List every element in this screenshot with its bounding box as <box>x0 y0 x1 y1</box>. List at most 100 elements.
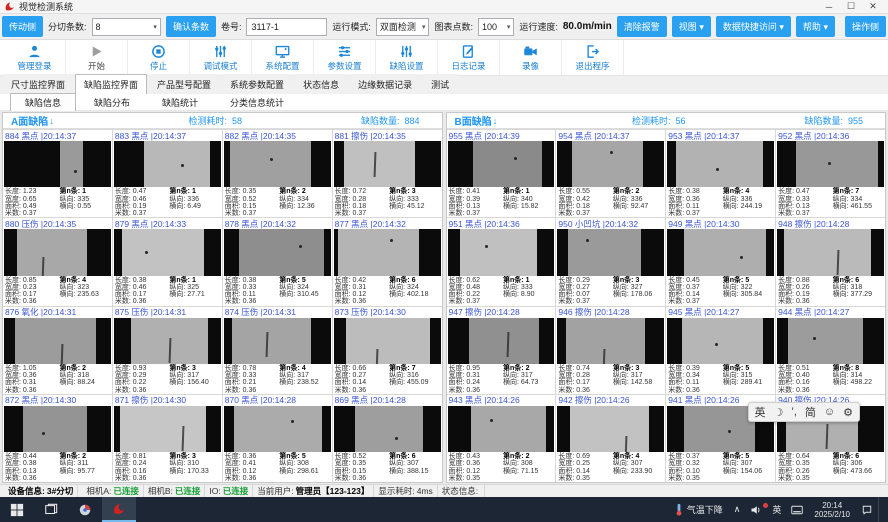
volume-icon[interactable] <box>745 497 767 522</box>
person-icon <box>27 44 42 59</box>
defect-cell-944[interactable]: 944 黑点 |20:14:27长度: 0.51宽度: 0.40面积: 0.16… <box>776 307 885 394</box>
defect-cell-951[interactable]: 951 黑点 |20:14:36长度: 0.62宽度: 0.48面积: 0.22… <box>447 218 556 305</box>
chart-points-select[interactable]: 100▾ <box>478 18 514 36</box>
defect-cell-875[interactable]: 875 压伤 |20:14:31长度: 0.93宽度: 0.29面积: 0.22… <box>113 307 222 394</box>
monitor-icon <box>275 44 290 59</box>
defect-cell-882[interactable]: 882 黑点 |20:14:35长度: 0.35宽度: 0.52面积: 0.15… <box>223 130 332 217</box>
ime-punctuation-icon[interactable]: ’, <box>791 406 797 418</box>
defect-cell-952[interactable]: 952 黑点 |20:14:36长度: 0.47宽度: 0.33面积: 0.13… <box>776 130 885 217</box>
defect-cell-header: 883 黑点 |20:14:37 <box>113 130 222 141</box>
language-indicator[interactable]: 英 <box>767 497 786 522</box>
defect-cell-948[interactable]: 948 擦伤 |20:14:28长度: 0.88宽度: 0.26面积: 0.19… <box>776 218 885 305</box>
main-tab-1[interactable]: 缺陷监控界面 <box>75 74 147 94</box>
defect-cell-874[interactable]: 874 压伤 |20:14:31长度: 0.78宽度: 0.33面积: 0.21… <box>223 307 332 394</box>
defect-mark <box>390 239 393 242</box>
action-monitor-button[interactable]: 系统配置 <box>252 40 314 75</box>
ime-toolbar[interactable]: 英 ☽ ’, 简 ☺ ⚙ <box>748 402 860 422</box>
action-log-button[interactable]: 日志记录 <box>438 40 500 75</box>
sub-tab-2[interactable]: 缺陷统计 <box>148 94 212 111</box>
action-sliders-v-button[interactable]: 缺陷设置 <box>376 40 438 75</box>
defect-mark <box>266 332 269 357</box>
sub-tab-0[interactable]: 缺陷信息 <box>10 93 76 112</box>
ime-simplified-chinese-icon[interactable]: 简 <box>805 404 816 420</box>
longitudinal-value: 纵向: 324 <box>389 284 439 291</box>
sub-tab-3[interactable]: 分类信息统计 <box>216 94 298 111</box>
defect-cell-877[interactable]: 877 黑点 |20:14:32长度: 0.42宽度: 0.31面积: 0.12… <box>333 218 442 305</box>
defect-cell-955[interactable]: 955 黑点 |20:14:39长度: 0.41宽度: 0.39面积: 0.13… <box>447 130 556 217</box>
main-tab-0[interactable]: 尺寸监控界面 <box>2 74 74 94</box>
defect-cell-879[interactable]: 879 黑点 |20:14:33长度: 0.38宽度: 0.46面积: 0.17… <box>113 218 222 305</box>
drive-side-button[interactable]: 传动侧 <box>2 16 43 37</box>
maximize-button[interactable]: ☐ <box>840 1 862 12</box>
view-menu-button[interactable]: 视图 ▾ <box>672 16 711 37</box>
run-mode-select[interactable]: 双面检测▾ <box>376 18 430 36</box>
defect-cell-884[interactable]: 884 黑点 |20:14:37长度: 1.23宽度: 0.65面积: 0.49… <box>3 130 112 217</box>
defect-cell-950[interactable]: 950 小凹坑 |20:14:32长度: 0.29宽度: 0.27面积: 0.0… <box>556 218 665 305</box>
action-toolbar: 管理登录开始停止调试模式系统配置参数设置缺陷设置日志记录录像退出程序 <box>0 40 888 76</box>
defect-image <box>114 406 221 452</box>
defect-cell-946[interactable]: 946 擦伤 |20:14:28长度: 0.74宽度: 0.28面积: 0.17… <box>556 307 665 394</box>
inspection-app-taskbar-button[interactable] <box>102 497 136 522</box>
defect-cell-945[interactable]: 945 黑点 |20:14:27长度: 0.39宽度: 0.34面积: 0.11… <box>666 307 775 394</box>
main-tab-2[interactable]: 产品型号配置 <box>148 74 220 94</box>
defect-cell-943[interactable]: 943 黑点 |20:14:26长度: 0.43宽度: 0.36面积: 0.12… <box>447 395 556 482</box>
task-view-button[interactable] <box>34 497 68 522</box>
action-center-icon[interactable] <box>856 497 878 522</box>
close-button[interactable]: ✕ <box>862 1 884 12</box>
action-camera-button[interactable]: 录像 <box>500 40 562 75</box>
clear-alarm-button[interactable]: 清除报警 <box>617 16 667 37</box>
defect-cell-876[interactable]: 876 氧化 |20:14:31长度: 1.05宽度: 0.36面积: 0.31… <box>3 307 112 394</box>
defect-cell-header: 944 黑点 |20:14:27 <box>776 307 885 318</box>
pinned-app-icon[interactable] <box>68 497 102 522</box>
main-tab-6[interactable]: 测试 <box>422 74 458 94</box>
confirm-count-button[interactable]: 确认条数 <box>166 16 216 37</box>
ime-settings-icon[interactable]: ⚙ <box>843 406 853 419</box>
length-value: 长度: 0.88 <box>778 277 833 284</box>
ime-emoji-icon[interactable]: ☺ <box>824 406 835 418</box>
main-tab-4[interactable]: 状态信息 <box>294 74 348 94</box>
action-sliders-h-button[interactable]: 参数设置 <box>314 40 376 75</box>
action-tune-button[interactable]: 调试模式 <box>190 40 252 75</box>
sub-tab-1[interactable]: 缺陷分布 <box>80 94 144 111</box>
action-exit-button[interactable]: 退出程序 <box>562 40 624 75</box>
defect-cell-872[interactable]: 872 黑点 |20:14:30长度: 0.44宽度: 0.38面积: 0.13… <box>3 395 112 482</box>
operator-side-button[interactable]: 操作侧 <box>845 16 886 37</box>
defect-cell-954[interactable]: 954 黑点 |20:14:37长度: 0.55宽度: 0.42面积: 0.18… <box>556 130 665 217</box>
defect-cell-883[interactable]: 883 黑点 |20:14:37长度: 0.47宽度: 0.46面积: 0.19… <box>113 130 222 217</box>
defect-cell-947[interactable]: 947 擦伤 |20:14:28长度: 0.95宽度: 0.31面积: 0.24… <box>447 307 556 394</box>
defect-cell-878[interactable]: 878 黑点 |20:14:32长度: 0.38宽度: 0.33面积: 0.11… <box>223 218 332 305</box>
help-menu-button[interactable]: 帮助 ▾ <box>796 16 835 37</box>
defect-cell-871[interactable]: 871 擦伤 |20:14:30长度: 0.81宽度: 0.24面积: 0.16… <box>113 395 222 482</box>
taskbar-clock[interactable]: 20:14 2025/2/10 <box>808 501 856 519</box>
ime-icon[interactable] <box>786 497 808 522</box>
defect-cell-953[interactable]: 953 黑点 |20:14:37长度: 0.38宽度: 0.36面积: 0.11… <box>666 130 775 217</box>
action-play-button[interactable]: 开始 <box>66 40 128 75</box>
ime-night-mode-icon[interactable]: ☽ <box>774 406 784 419</box>
show-desktop-button[interactable] <box>878 497 888 522</box>
start-button[interactable] <box>0 497 34 522</box>
area-value: 面积: 0.16 <box>115 468 170 475</box>
roll-number-input[interactable]: 3117-1 <box>246 18 327 36</box>
main-tab-3[interactable]: 系统参数配置 <box>221 74 293 94</box>
defect-cell-870[interactable]: 870 黑点 |20:14:28长度: 0.36宽度: 0.41面积: 0.12… <box>223 395 332 482</box>
width-value: 宽度: 0.27 <box>558 284 613 291</box>
defect-cell-header: 948 擦伤 |20:14:28 <box>776 218 885 229</box>
defect-cell-942[interactable]: 942 擦伤 |20:14:26长度: 0.69宽度: 0.25面积: 0.14… <box>556 395 665 482</box>
defect-cell-873[interactable]: 873 压伤 |20:14:30长度: 0.66宽度: 0.27面积: 0.14… <box>333 307 442 394</box>
strip-number: 第n条: 1 <box>503 188 553 195</box>
hidden-icons-chevron[interactable]: ∧ <box>729 497 746 522</box>
defect-cell-949[interactable]: 949 黑点 |20:14:30长度: 0.45宽度: 0.37面积: 0.14… <box>666 218 775 305</box>
defect-panel-a: A面缺陷↓检测耗时: 58缺陷数量: 884884 黑点 |20:14:37长度… <box>2 112 443 483</box>
action-person-button[interactable]: 管理登录 <box>4 40 66 75</box>
ime-lang-en-icon[interactable]: 英 <box>755 404 766 420</box>
defect-cell-881[interactable]: 881 擦伤 |20:14:35长度: 0.72宽度: 0.28面积: 0.18… <box>333 130 442 217</box>
action-stop-button[interactable]: 停止 <box>128 40 190 75</box>
data-quick-access-menu-button[interactable]: 数据快捷访问 ▾ <box>716 16 791 37</box>
main-tab-5[interactable]: 边缘数据记录 <box>349 74 421 94</box>
defect-cell-869[interactable]: 869 黑点 |20:14:28长度: 0.52宽度: 0.35面积: 0.15… <box>333 395 442 482</box>
meter-value: 米数: 0.37 <box>449 210 504 217</box>
defect-cell-880[interactable]: 880 压伤 |20:14:35长度: 0.85宽度: 0.23面积: 0.17… <box>3 218 112 305</box>
weather-widget[interactable]: 气温下降 <box>668 503 729 516</box>
split-count-select[interactable]: 8▾ <box>92 18 161 36</box>
minimize-button[interactable]: ─ <box>818 2 840 12</box>
